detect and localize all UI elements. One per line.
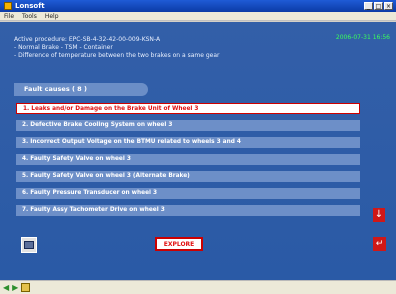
fault-item-2[interactable]: 2. Defective Brake Cooling System on whe… (16, 120, 360, 131)
fault-item-5[interactable]: 5. Faulty Safety Valve on wheel 3 (Alter… (16, 171, 360, 182)
window-controls: _ □ × (364, 2, 393, 10)
procedure-label: Active procedure: EPC-SB-4-32-42-00-009-… (14, 36, 161, 43)
home-icon (24, 241, 34, 249)
nav-forward-icon[interactable]: ▶ (12, 283, 18, 293)
fault-item-7[interactable]: 7. Faulty Assy Tachometer Drive on wheel… (16, 205, 360, 216)
explore-button[interactable]: EXPLORE (155, 237, 203, 251)
procedure-bullet-2: - Difference of temperature between the … (14, 52, 220, 59)
fault-causes-header: Fault causes ( 8 ) (14, 83, 148, 96)
home-button[interactable] (21, 237, 37, 253)
nav-back-icon[interactable]: ◀ (3, 283, 9, 293)
fault-list: 1. Leaks and/or Damage on the Brake Unit… (16, 103, 360, 222)
app-icon (4, 2, 12, 10)
maximize-button[interactable]: □ (374, 2, 383, 10)
close-button[interactable]: × (384, 2, 393, 10)
fault-item-1[interactable]: 1. Leaks and/or Damage on the Brake Unit… (16, 103, 360, 114)
procedure-bullet-1: - Normal Brake - TSM - Container (14, 44, 113, 51)
main-panel: Active procedure: EPC-SB-4-32-42-00-009-… (0, 22, 396, 280)
arrow-down-icon[interactable]: ↓ (373, 208, 385, 222)
window-title: Lonsoft (15, 2, 45, 10)
return-arrow-icon[interactable]: ↵ (373, 237, 386, 251)
fault-item-6[interactable]: 6. Faulty Pressure Transducer on wheel 3 (16, 188, 360, 199)
menu-bar: File Tools Help (0, 12, 396, 21)
fault-item-4[interactable]: 4. Faulty Safety Valve on wheel 3 (16, 154, 360, 165)
procedure-info: Active procedure: EPC-SB-4-32-42-00-009-… (14, 36, 219, 60)
status-bar: ◀ ▶ (0, 280, 396, 294)
menu-file[interactable]: File (4, 12, 14, 20)
fault-item-3[interactable]: 3. Incorrect Output Voltage on the BTMU … (16, 137, 360, 148)
application-window: Lonsoft _ □ × File Tools Help Active pro… (0, 0, 396, 294)
status-icon (21, 283, 31, 292)
datetime: 2006-07-31 16:56 (335, 34, 390, 41)
menu-help[interactable]: Help (45, 12, 59, 20)
title-bar: Lonsoft _ □ × (0, 0, 396, 12)
menu-tools[interactable]: Tools (22, 12, 37, 20)
minimize-button[interactable]: _ (364, 2, 373, 10)
